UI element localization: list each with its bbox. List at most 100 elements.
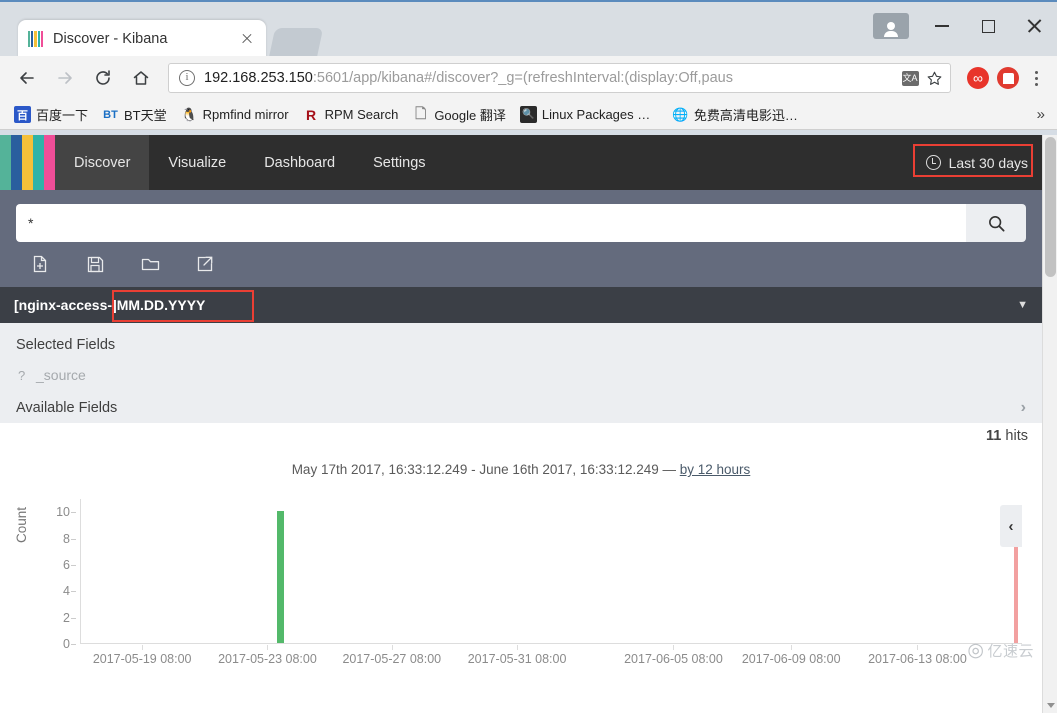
hits-label: hits: [1005, 428, 1028, 444]
nav-item-discover[interactable]: Discover: [55, 135, 150, 190]
url-host: 192.168.253.150: [204, 70, 313, 86]
nav-item-visualize[interactable]: Visualize: [149, 135, 245, 190]
reload-icon[interactable]: [86, 61, 120, 95]
tux-icon: 🐧: [181, 106, 198, 122]
nav-label: Dashboard: [264, 154, 336, 171]
kibana-logo: [0, 135, 55, 190]
x-axis-tick-label: 2017-06-05 08:00: [624, 652, 723, 666]
bookmark-item[interactable]: 🐧 Rpmfind mirror: [175, 104, 295, 125]
search-bar: [16, 204, 1026, 242]
scrollbar-thumb[interactable]: [1045, 137, 1056, 277]
search-input[interactable]: [16, 204, 966, 242]
address-bar[interactable]: i 192.168.253.150:5601/app/kibana#/disco…: [168, 63, 951, 93]
chart-time-range-label: May 17th 2017, 16:33:12.249 - June 16th …: [0, 423, 1042, 477]
nav-item-dashboard[interactable]: Dashboard: [245, 135, 354, 190]
browser-toolbar: i 192.168.253.150:5601/app/kibana#/disco…: [0, 56, 1057, 100]
nav-label: Settings: [373, 154, 426, 171]
bookmark-label: BT天堂: [124, 108, 167, 123]
bookmark-item[interactable]: BT BT天堂: [96, 103, 173, 126]
kibana-nav-items: Discover Visualize Dashboard Settings: [55, 135, 445, 190]
interval-link[interactable]: by 12 hours: [680, 462, 751, 477]
bookmark-item[interactable]: 🌐 免费高清电影迅雷下载: [666, 103, 808, 126]
tab-close-icon[interactable]: [238, 30, 256, 48]
bookmark-item[interactable]: 🗋 Google 翻译: [406, 103, 512, 126]
site-info-icon[interactable]: i: [179, 70, 195, 86]
url-text: 192.168.253.150:5601/app/kibana#/discove…: [204, 70, 896, 86]
clock-icon: [925, 155, 941, 170]
time-picker-button[interactable]: Last 30 days: [912, 135, 1042, 190]
bookmark-item[interactable]: R RPM Search: [297, 104, 405, 125]
y-axis-tick-mark: [71, 512, 76, 514]
x-axis-tick-mark: [791, 645, 793, 650]
close-button[interactable]: [1011, 2, 1057, 50]
minimize-button[interactable]: [919, 2, 965, 50]
bookmark-item[interactable]: 🔍 Linux Packages Sear: [514, 104, 664, 125]
external-link-icon[interactable]: [194, 253, 216, 275]
y-axis-tick-label: 4: [63, 584, 70, 599]
time-range-text: May 17th 2017, 16:33:12.249 - June 16th …: [291, 462, 676, 477]
bookmark-star-icon[interactable]: [924, 68, 944, 88]
bookmark-label: Linux Packages Sear: [541, 107, 658, 122]
back-icon[interactable]: [10, 61, 44, 95]
y-axis-label: Count: [14, 506, 29, 543]
discover-content: 11 hits May 17th 2017, 16:33:12.249 - Ju…: [0, 423, 1042, 666]
floppy-disk-icon[interactable]: [84, 253, 106, 275]
x-axis-tick-label: 2017-05-31 08:00: [467, 652, 567, 666]
y-axis-tick-mark: [71, 564, 76, 566]
kibana-app: Discover Visualize Dashboard Settings La…: [0, 135, 1057, 713]
url-path: :5601/app/kibana#/discover?_g=(refreshIn…: [312, 70, 733, 86]
new-tab-button[interactable]: [268, 28, 324, 58]
bookmarks-overflow-icon[interactable]: »: [1037, 106, 1045, 123]
time-picker-label: Last 30 days: [948, 154, 1028, 171]
maximize-button[interactable]: [965, 2, 1011, 50]
index-pattern-bar[interactable]: [nginx-access-]MM.DD.YYYY ▼: [0, 287, 1042, 323]
translate-icon[interactable]: 文A: [900, 68, 920, 88]
hits-counter: 11 hits: [986, 428, 1028, 444]
page-icon: 🗋: [415, 104, 427, 121]
browser-window: Discover - Kibana i 192.168.253.150:5601…: [0, 0, 1057, 713]
histogram-bar[interactable]: [276, 511, 285, 643]
nav-label: Discover: [74, 154, 131, 171]
x-axis-tick-label: 2017-06-09 08:00: [741, 652, 841, 666]
home-icon[interactable]: [124, 61, 158, 95]
field-sidebar: Selected Fields ? _source Available Fiel…: [0, 323, 1042, 423]
browser-menu-icon[interactable]: [1025, 70, 1047, 86]
y-axis-tick-label: 2: [63, 610, 70, 625]
new-document-icon[interactable]: [29, 253, 51, 275]
collapse-chart-handle[interactable]: ‹: [1000, 505, 1022, 547]
user-profile-icon[interactable]: [873, 13, 909, 39]
search-submit-button[interactable]: [966, 204, 1026, 242]
bookmark-label: RPM Search: [324, 107, 399, 122]
scroll-down-icon[interactable]: [1043, 698, 1057, 713]
y-axis-tick-mark: [71, 644, 76, 645]
y-axis: 0 2 4 6 8 10: [40, 499, 76, 651]
forward-icon[interactable]: [48, 61, 82, 95]
watermark-logo-icon: ◎: [967, 640, 985, 661]
chevron-right-icon[interactable]: ›: [1021, 399, 1026, 417]
globe-icon: 🌐: [672, 106, 689, 122]
bookmarks-bar: 百 百度一下 BT BT天堂 🐧 Rpmfind mirror R RPM Se…: [0, 100, 1057, 130]
page-scrollbar[interactable]: [1042, 135, 1057, 713]
nav-item-settings[interactable]: Settings: [354, 135, 444, 190]
histogram-chart: Count 0 2 4 6 8 10 2017-05-19 08:00 2017-05-23…: [14, 499, 1022, 669]
bookmark-item[interactable]: 百 百度一下: [8, 103, 94, 126]
y-axis-tick-mark: [71, 617, 76, 619]
bookmark-label: Rpmfind mirror: [202, 107, 289, 122]
y-axis-tick-label: 6: [63, 557, 70, 572]
extension-infinity-icon[interactable]: ∞: [967, 67, 989, 89]
hits-count: 11: [986, 428, 1002, 444]
x-axis-tick-mark: [142, 645, 144, 650]
watermark: ◎ 亿速云: [967, 639, 1034, 662]
chevron-down-icon[interactable]: ▼: [1017, 299, 1028, 311]
y-axis-tick-label: 8: [63, 531, 70, 546]
folder-open-icon[interactable]: [139, 253, 161, 275]
y-axis-tick-label: 0: [63, 637, 70, 651]
browser-tab[interactable]: Discover - Kibana: [18, 20, 266, 58]
chart-plot-area: [80, 499, 1022, 644]
extension-adblock-icon[interactable]: [997, 67, 1019, 89]
y-axis-tick-mark: [71, 591, 76, 593]
rpm-icon: R: [306, 106, 317, 123]
bookmark-label: 百度一下: [36, 108, 89, 123]
field-item-source[interactable]: ? _source: [0, 367, 1042, 399]
x-axis-tick-mark: [673, 645, 675, 650]
